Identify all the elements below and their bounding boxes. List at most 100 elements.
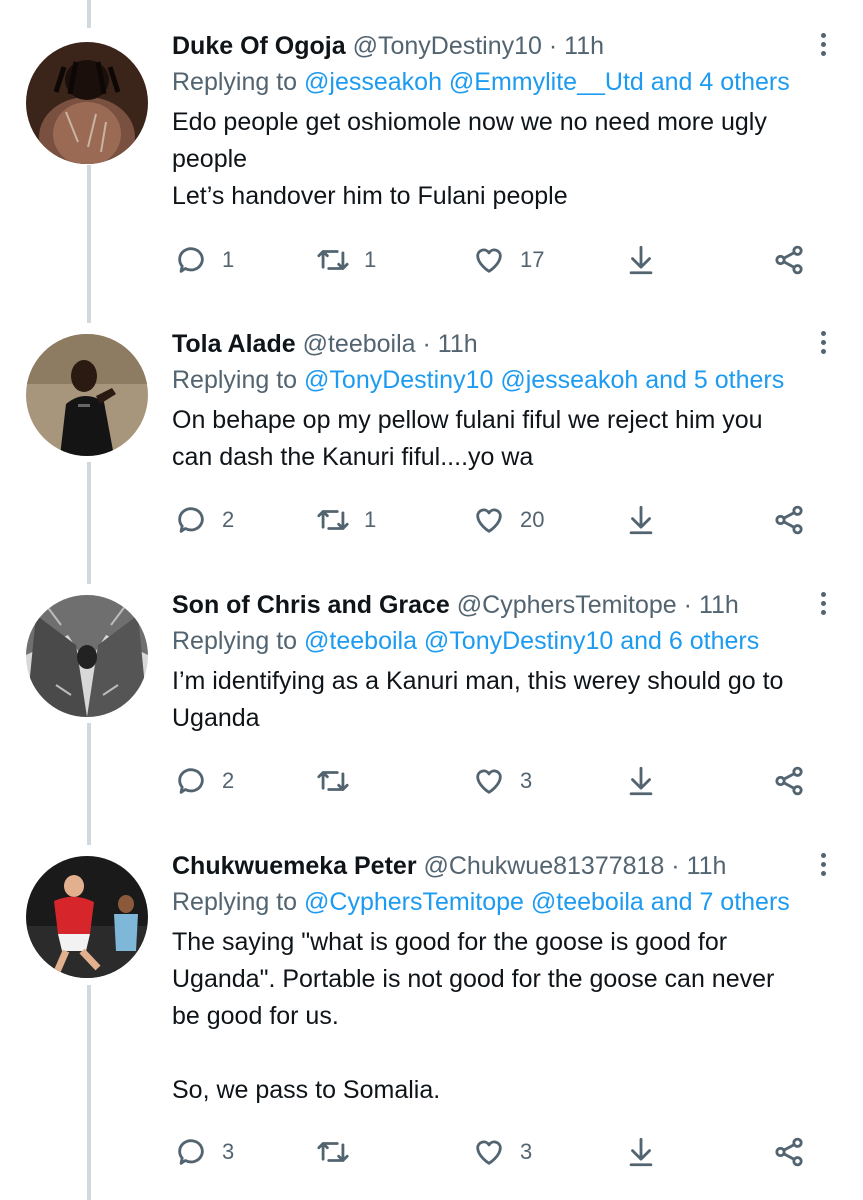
replying-to-mentions[interactable]: @teeboila @TonyDestiny10 and 6 others [304, 627, 759, 655]
avatar[interactable] [26, 856, 148, 978]
thread-line [87, 0, 91, 28]
retweet-button[interactable] [316, 1132, 364, 1172]
replying-to: Replying to @teeboila @TonyDestiny10 and… [172, 625, 759, 657]
more-icon[interactable] [815, 328, 831, 360]
retweet-button[interactable] [316, 761, 364, 801]
tweet-header: Son of Chris and Grace @CyphersTemitope … [172, 589, 739, 621]
save-button[interactable] [624, 1132, 658, 1172]
reply-count: 3 [222, 1139, 235, 1164]
author-handle[interactable]: @TonyDestiny10 [353, 32, 542, 60]
retweet-count: 1 [364, 507, 377, 532]
reply-count: 2 [222, 507, 235, 532]
tweet-line: Uganda". Portable is not good for the go… [172, 965, 775, 993]
tweet-line: be good for us. [172, 1002, 339, 1030]
heart-icon [476, 769, 502, 794]
replying-to-mentions[interactable]: @jesseakoh @Emmylite__Utd and 4 others [304, 68, 790, 96]
heart-icon [476, 248, 502, 273]
like-count: 3 [520, 1139, 533, 1164]
share-button[interactable] [772, 240, 806, 280]
download-icon [629, 1137, 653, 1167]
tweet-text: The saying "what is good for the goose i… [172, 924, 842, 1109]
reply-button[interactable]: 2 [174, 761, 234, 801]
tweet-line: The saying "what is good for the goose i… [172, 928, 728, 956]
tweet-line: I’m identifying as a Kanuri man, this we… [172, 667, 784, 695]
tweet-text: I’m identifying as a Kanuri man, this we… [172, 663, 842, 737]
author-handle[interactable]: @Chukwue81377818 [424, 852, 665, 880]
author-name[interactable]: Chukwuemeka Peter [172, 852, 417, 880]
share-button[interactable] [772, 761, 806, 801]
replying-to-label: Replying to [172, 68, 298, 96]
share-icon [775, 766, 803, 796]
reply-button[interactable]: 3 [174, 1132, 234, 1172]
share-button[interactable] [772, 1132, 806, 1172]
author-name[interactable]: Son of Chris and Grace [172, 591, 450, 619]
replying-to: Replying to @CyphersTemitope @teeboila a… [172, 886, 790, 918]
save-button[interactable] [624, 240, 658, 280]
share-icon [775, 245, 803, 275]
tweet-line: So, we pass to Somalia. [172, 1076, 441, 1104]
download-icon [629, 245, 653, 275]
avatar[interactable] [26, 334, 148, 456]
timestamp[interactable]: · 11h [671, 852, 726, 880]
replying-to-mentions[interactable]: @CyphersTemitope @teeboila and 7 others [304, 888, 790, 916]
tweet-text: Edo people get oshiomole now we no need … [172, 104, 842, 215]
reply-button[interactable]: 2 [174, 500, 234, 540]
replying-to: Replying to @jesseakoh @Emmylite__Utd an… [172, 66, 790, 98]
retweet-icon [317, 771, 349, 791]
share-icon [775, 505, 803, 535]
replying-to-label: Replying to [172, 366, 298, 394]
replying-to-label: Replying to [172, 627, 298, 655]
tweet[interactable]: Tola Alade @teeboila · 11h Replying to @… [0, 328, 863, 588]
reply-icon [178, 768, 204, 794]
share-button[interactable] [772, 500, 806, 540]
tweet-text: On behape op my pellow fulani fiful we r… [172, 402, 842, 476]
avatar[interactable] [26, 595, 148, 717]
avatar[interactable] [26, 42, 148, 164]
tweet[interactable]: Son of Chris and Grace @CyphersTemitope … [0, 589, 863, 849]
reply-button[interactable]: 1 [174, 240, 234, 280]
more-icon[interactable] [815, 850, 831, 882]
replying-to-label: Replying to [172, 888, 298, 916]
tweet[interactable]: Duke Of Ogoja @TonyDestiny10 · 11h Reply… [0, 30, 863, 330]
timestamp[interactable]: · 11h [549, 32, 604, 60]
tweet-line [172, 1035, 842, 1072]
action-bar: 3 3 [172, 1132, 842, 1172]
author-handle[interactable]: @teeboila [303, 330, 416, 358]
like-count: 3 [520, 768, 533, 793]
like-button[interactable]: 20 [472, 500, 544, 540]
retweet-count: 1 [364, 247, 377, 272]
like-button[interactable]: 3 [472, 1132, 532, 1172]
more-icon[interactable] [815, 589, 831, 621]
tweet[interactable]: Chukwuemeka Peter @Chukwue81377818 · 11h… [0, 850, 863, 1200]
heart-icon [476, 508, 502, 533]
more-icon[interactable] [815, 30, 831, 62]
save-button[interactable] [624, 761, 658, 801]
tweet-line: can dash the Kanuri fiful....yo wa [172, 443, 534, 471]
retweet-button[interactable]: 1 [316, 500, 376, 540]
tweet-line: Uganda [172, 704, 260, 732]
action-bar: 2 3 [172, 761, 842, 801]
retweet-icon [317, 250, 349, 270]
like-button[interactable]: 17 [472, 240, 544, 280]
author-name[interactable]: Tola Alade [172, 330, 296, 358]
download-icon [629, 766, 653, 796]
action-bar: 2 1 20 [172, 500, 842, 540]
tweet-header: Chukwuemeka Peter @Chukwue81377818 · 11h [172, 850, 726, 882]
replying-to-mentions[interactable]: @TonyDestiny10 @jesseakoh and 5 others [304, 366, 784, 394]
share-icon [775, 1137, 803, 1167]
heart-icon [476, 1140, 502, 1165]
reply-count: 1 [222, 247, 235, 272]
retweet-icon [317, 510, 349, 530]
tweet-line: people [172, 145, 248, 173]
tweet-header: Tola Alade @teeboila · 11h [172, 328, 478, 360]
timestamp[interactable]: · 11h [684, 591, 739, 619]
save-button[interactable] [624, 500, 658, 540]
author-handle[interactable]: @CyphersTemitope [457, 591, 677, 619]
tweet-line: On behape op my pellow fulani fiful we r… [172, 406, 763, 434]
tweet-line: Let’s handover him to Fulani people [172, 182, 568, 210]
like-button[interactable]: 3 [472, 761, 532, 801]
timestamp[interactable]: · 11h [423, 330, 478, 358]
author-name[interactable]: Duke Of Ogoja [172, 32, 346, 60]
replying-to: Replying to @TonyDestiny10 @jesseakoh an… [172, 364, 784, 396]
retweet-button[interactable]: 1 [316, 240, 376, 280]
